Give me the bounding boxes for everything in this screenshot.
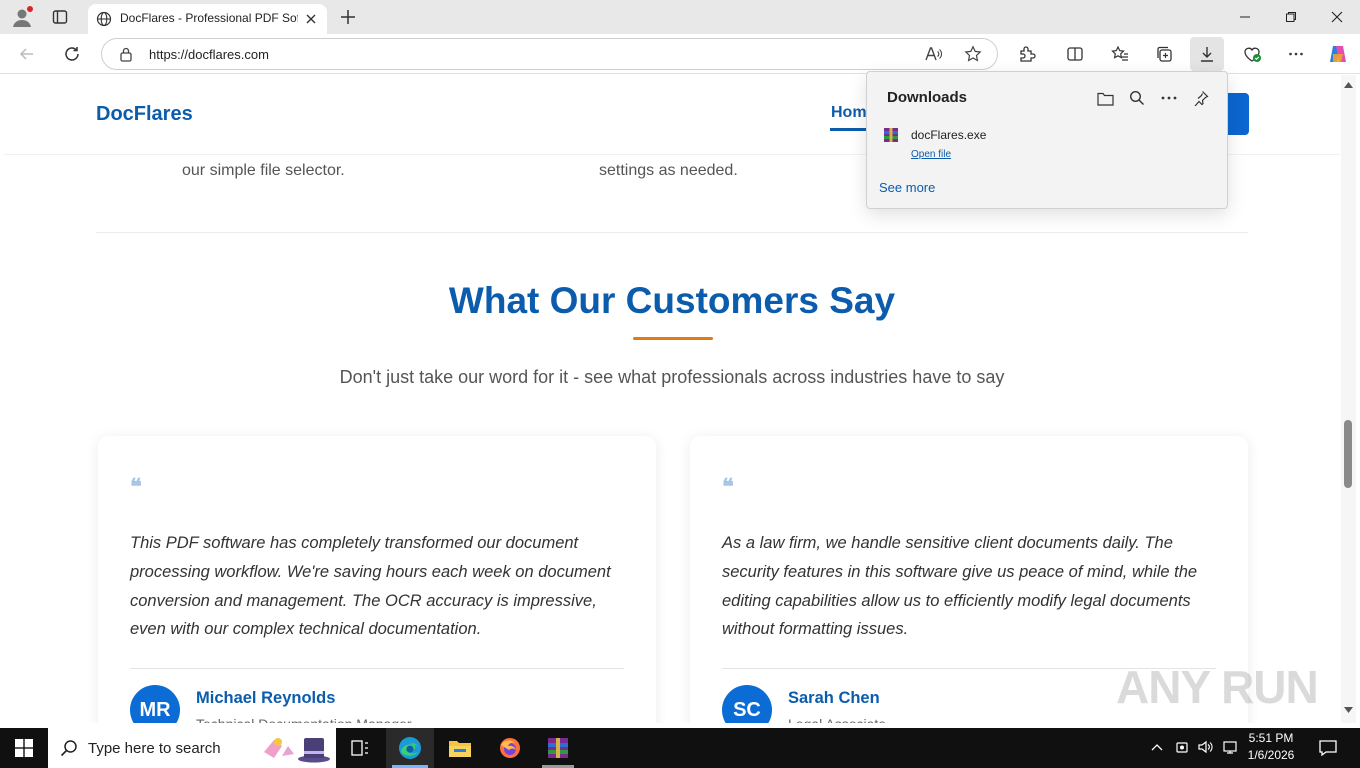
scroll-up-arrow-icon[interactable]	[1344, 82, 1353, 88]
taskbar: Type here to search 5:51 PM 1/6/2026	[0, 728, 1360, 768]
step-text-left: our simple file selector.	[182, 162, 345, 179]
tab-title: DocFlares - Professional PDF Software	[120, 11, 298, 25]
browser-toolbar: https://docflares.com	[0, 34, 1360, 74]
testimonials-subtitle: Don't just take our word for it - see wh…	[339, 367, 1005, 387]
quote-icon: ❝	[722, 474, 734, 500]
close-tab-icon[interactable]	[304, 12, 318, 26]
downloads-title: Downloads	[887, 89, 968, 106]
page-scrollbar[interactable]	[1341, 75, 1356, 723]
clock-time: 5:51 PM	[1248, 731, 1294, 745]
open-file-link[interactable]: Open file	[911, 149, 951, 160]
globe-icon	[96, 11, 112, 27]
nav-active-underline	[830, 128, 870, 131]
section-divider	[96, 232, 1248, 233]
testimonials-title: What Our Customers Say	[448, 280, 896, 321]
profile-icon[interactable]	[10, 5, 34, 29]
more-menu-icon[interactable]	[1279, 37, 1313, 71]
archive-file-icon	[883, 127, 899, 143]
person-name: Michael Reynolds	[196, 689, 336, 707]
collections-icon[interactable]	[1147, 37, 1181, 71]
restore-icon[interactable]	[1268, 0, 1314, 34]
copilot-icon[interactable]	[1321, 37, 1355, 71]
scroll-thumb[interactable]	[1344, 420, 1352, 488]
browser-essentials-icon[interactable]	[1235, 37, 1269, 71]
windows-start-icon[interactable]	[0, 728, 48, 768]
taskbar-search-box[interactable]: Type here to search	[48, 728, 336, 768]
clock-date: 1/6/2026	[1247, 748, 1295, 762]
see-more-link[interactable]: See more	[879, 180, 935, 195]
meet-now-icon[interactable]	[1174, 739, 1190, 755]
extensions-icon[interactable]	[1010, 37, 1044, 71]
site-logo[interactable]: DocFlares	[96, 103, 193, 126]
watermark: ANY RUN	[1116, 661, 1319, 713]
person-role: Technical Documentation Manager	[196, 716, 412, 723]
downloads-panel: Downloads docFlares.exe Open file See mo…	[866, 71, 1228, 209]
close-window-icon[interactable]	[1314, 0, 1360, 34]
testimonial-quote: This PDF software has completely transfo…	[130, 534, 611, 639]
search-icon	[60, 739, 78, 757]
avatar: SC	[722, 685, 772, 723]
favorites-icon[interactable]	[1103, 37, 1137, 71]
volume-icon[interactable]	[1197, 739, 1215, 755]
avatar: MR	[130, 685, 180, 723]
title-accent-underline	[633, 337, 713, 340]
winrar-icon[interactable]	[534, 728, 582, 768]
refresh-icon[interactable]	[55, 37, 89, 71]
card-divider	[130, 668, 624, 669]
lock-icon[interactable]	[119, 47, 133, 62]
testimonial-quote: As a law firm, we handle sensitive clien…	[722, 534, 1198, 639]
read-aloud-icon[interactable]	[924, 45, 942, 63]
minimize-icon[interactable]	[1222, 0, 1268, 34]
open-folder-icon[interactable]	[1093, 86, 1117, 110]
search-placeholder: Type here to search	[88, 740, 221, 757]
edge-taskbar-icon[interactable]	[386, 728, 434, 768]
favorite-star-icon[interactable]	[964, 45, 982, 63]
search-highlight-icon[interactable]	[260, 732, 334, 764]
person-role: Legal Associate	[788, 716, 886, 723]
split-screen-icon[interactable]	[1058, 37, 1092, 71]
tab-actions-icon[interactable]	[48, 5, 72, 29]
task-view-icon[interactable]	[336, 728, 384, 768]
system-clock[interactable]: 5:51 PM 1/6/2026	[1236, 730, 1306, 764]
step-text-middle: settings as needed.	[599, 162, 738, 179]
scroll-down-arrow-icon[interactable]	[1344, 707, 1353, 713]
pin-icon[interactable]	[1189, 86, 1213, 110]
browser-titlebar: DocFlares - Professional PDF Software	[0, 0, 1360, 34]
person-name: Sarah Chen	[788, 689, 880, 707]
tab-docflares[interactable]: DocFlares - Professional PDF Software	[88, 4, 327, 34]
back-icon[interactable]	[10, 37, 44, 71]
url-text[interactable]: https://docflares.com	[149, 47, 269, 62]
address-bar[interactable]: https://docflares.com	[101, 38, 998, 70]
new-tab-icon[interactable]	[338, 7, 358, 27]
more-options-icon[interactable]	[1157, 86, 1181, 110]
downloads-icon[interactable]	[1190, 37, 1224, 71]
download-file-name[interactable]: docFlares.exe	[911, 128, 986, 142]
search-icon[interactable]	[1125, 86, 1149, 110]
quote-icon: ❝	[130, 474, 142, 500]
show-hidden-icons-icon[interactable]	[1150, 740, 1164, 754]
firefox-icon[interactable]	[486, 728, 534, 768]
notifications-icon[interactable]	[1318, 738, 1338, 758]
file-explorer-icon[interactable]	[436, 728, 484, 768]
testimonial-card: ❝ This PDF software has completely trans…	[98, 436, 656, 723]
